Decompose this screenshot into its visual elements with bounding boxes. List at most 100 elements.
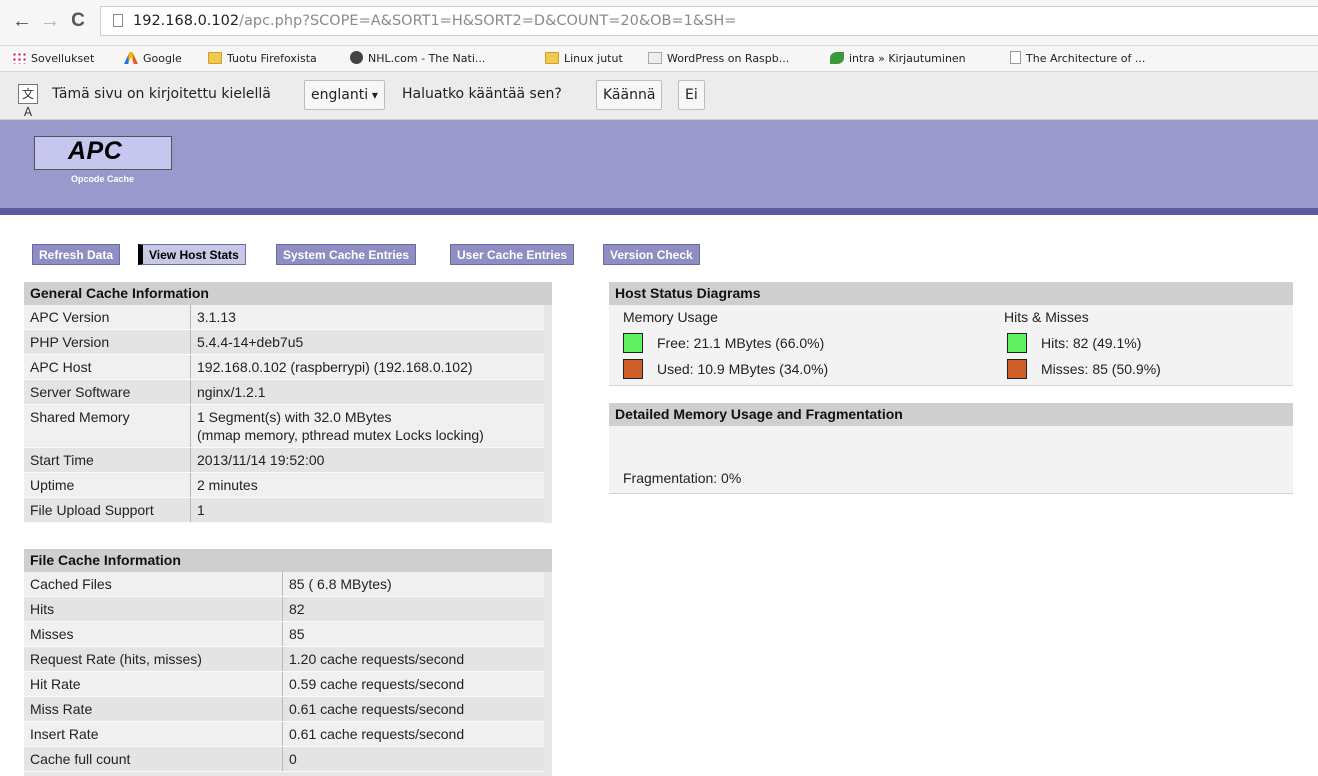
general-cache-panel: General Cache Information APC Version 3.1… [24, 282, 552, 523]
free-swatch [623, 333, 643, 353]
table-row: PHP Version 5.4.4-14+deb7u5 [24, 329, 544, 355]
apc-logo: APC Opcode Cache [34, 136, 172, 188]
apc-header [0, 120, 1318, 208]
row-value: 2013/11/14 19:52:00 [190, 447, 544, 473]
bookmark-label: The Architecture of ... [1026, 52, 1146, 65]
url-input[interactable]: 192.168.0.102/apc.php?SCOPE=A&SORT1=H&SO… [100, 6, 1318, 36]
table-row: APC Version 3.1.13 [24, 305, 544, 330]
row-key: Hit Rate [24, 671, 283, 697]
table-row: Start Time 2013/11/14 19:52:00 [24, 447, 544, 473]
row-value: 192.168.0.102 (raspberrypi) (192.168.0.1… [190, 354, 544, 380]
header-divider [0, 208, 1318, 215]
table-row: Request Rate (hits, misses) 1.20 cache re… [24, 646, 544, 672]
table-row: Misses 85 [24, 621, 544, 647]
hits-swatch [1007, 333, 1027, 353]
url-host: 192.168.0.102 [133, 13, 240, 29]
file-cache-panel: File Cache Information Cached Files 85 ( … [24, 549, 552, 776]
bookmark-sovellukset[interactable]: Sovellukset [12, 46, 94, 71]
table-row: Hits 82 [24, 596, 544, 622]
row-key: Start Time [24, 447, 191, 473]
row-value: 0.61 cache requests/second [282, 696, 544, 722]
used-text: Used: 10.9 MBytes (34.0%) [657, 361, 829, 377]
address-bar: ← → C 192.168.0.102/apc.php?SCOPE=A&SORT… [0, 0, 1318, 46]
bookmark-wordpress[interactable]: WordPress on Raspb... [648, 46, 789, 71]
row-value: nginx/1.2.1 [190, 379, 544, 405]
panel-title: File Cache Information [24, 549, 552, 572]
bookmark-architecture[interactable]: The Architecture of ... [1010, 46, 1145, 71]
row-key: Server Software [24, 379, 191, 405]
row-key: Insert Rate [24, 721, 283, 747]
translate-question: Haluatko kääntää sen? [402, 86, 562, 102]
row-value: 0 [282, 746, 544, 772]
bookmarks-bar: Sovellukset Google Tuotu Firefoxista NHL… [0, 46, 1318, 72]
table-row: Uptime 2 minutes [24, 472, 544, 498]
file-cache-table: Cached Files 85 ( 6.8 MBytes) Hits 82 Miss… [24, 572, 544, 772]
used-swatch [623, 359, 643, 379]
hits-text: Hits: 82 (49.1%) [1041, 335, 1142, 351]
language-select[interactable]: englanti [304, 80, 385, 110]
no-translate-button[interactable]: Ei [678, 80, 705, 110]
row-value: 1 [190, 497, 544, 523]
forward-arrow-icon[interactable]: → [38, 9, 62, 33]
panel-title: Detailed Memory Usage and Fragmentation [609, 403, 1293, 426]
leaf-icon [830, 52, 844, 64]
row-key: Cache full count [24, 746, 283, 772]
bookmark-tuotu-firefoxista[interactable]: Tuotu Firefoxista [208, 46, 317, 71]
reload-icon[interactable]: C [66, 9, 90, 33]
translate-button[interactable]: Käännä [596, 80, 663, 110]
view-host-stats-button[interactable]: View Host Stats [138, 244, 246, 265]
bookmark-label: Sovellukset [31, 52, 95, 65]
bookmark-google[interactable]: Google [124, 46, 182, 71]
logo-title: APC [68, 137, 123, 165]
refresh-data-button[interactable]: Refresh Data [32, 244, 121, 265]
free-text: Free: 21.1 MBytes (66.0%) [657, 335, 825, 351]
table-row: Hit Rate 0.59 cache requests/second [24, 671, 544, 697]
row-key: Shared Memory [24, 404, 191, 448]
shared-memory-line2: (mmap memory, pthread mutex Locks lockin… [197, 427, 484, 443]
row-value: 0.61 cache requests/second [282, 721, 544, 747]
row-key: File Upload Support [24, 497, 191, 523]
table-row: Server Software nginx/1.2.1 [24, 379, 544, 405]
bookmark-intra[interactable]: intra » Kirjautuminen [830, 46, 966, 71]
hits-misses-label: Hits & Misses [1004, 309, 1089, 325]
panel-title: General Cache Information [24, 282, 552, 305]
general-cache-table: APC Version 3.1.13 PHP Version 5.4.4-14+de… [24, 305, 544, 523]
bookmark-label: WordPress on Raspb... [667, 52, 790, 65]
back-arrow-icon[interactable]: ← [10, 9, 34, 33]
translate-prompt: Tämä sivu on kirjoitettu kielellä [52, 86, 271, 102]
row-key: Cached Files [24, 572, 283, 597]
row-key: Uptime [24, 472, 191, 498]
fragmentation-text: Fragmentation: 0% [623, 470, 742, 486]
row-key: Request Rate (hits, misses) [24, 646, 283, 672]
table-row: Shared Memory 1 Segment(s) with 32.0 MByt… [24, 404, 544, 448]
apps-icon [12, 52, 26, 64]
table-row: Insert Rate 0.61 cache requests/second [24, 721, 544, 747]
bookmark-nhl[interactable]: NHL.com - The Nati... [350, 46, 485, 71]
page-icon [113, 14, 123, 27]
page-icon [1010, 51, 1021, 64]
user-cache-entries-button[interactable]: User Cache Entries [450, 244, 575, 265]
wordpress-icon [648, 52, 662, 64]
version-check-button[interactable]: Version Check [603, 244, 700, 265]
folder-icon [545, 52, 559, 64]
row-key: Misses [24, 621, 283, 647]
table-row: APC Host 192.168.0.102 (raspberrypi) (192… [24, 354, 544, 380]
table-row: Miss Rate 0.61 cache requests/second [24, 696, 544, 722]
row-value: 3.1.13 [190, 305, 544, 330]
row-value: 82 [282, 596, 544, 622]
misses-swatch [1007, 359, 1027, 379]
row-value: 0.59 cache requests/second [282, 671, 544, 697]
bookmark-label: NHL.com - The Nati... [368, 52, 486, 65]
bookmark-label: Tuotu Firefoxista [227, 52, 317, 65]
host-status-panel: Host Status Diagrams Memory Usage Hits &… [609, 282, 1293, 386]
row-value: 5.4.4-14+deb7u5 [190, 329, 544, 355]
misses-text: Misses: 85 (50.9%) [1041, 361, 1161, 377]
translate-bar: 文A Tämä sivu on kirjoitettu kielellä eng… [0, 72, 1318, 120]
table-row: Cached Files 85 ( 6.8 MBytes) [24, 572, 544, 597]
bookmark-linux-jutut[interactable]: Linux jutut [545, 46, 623, 71]
bookmark-label: Linux jutut [564, 52, 623, 65]
panel-title: Host Status Diagrams [609, 282, 1293, 305]
system-cache-entries-button[interactable]: System Cache Entries [276, 244, 417, 265]
row-value: 1 Segment(s) with 32.0 MBytes (mmap memor… [190, 404, 544, 448]
row-value: 85 ( 6.8 MBytes) [282, 572, 544, 597]
